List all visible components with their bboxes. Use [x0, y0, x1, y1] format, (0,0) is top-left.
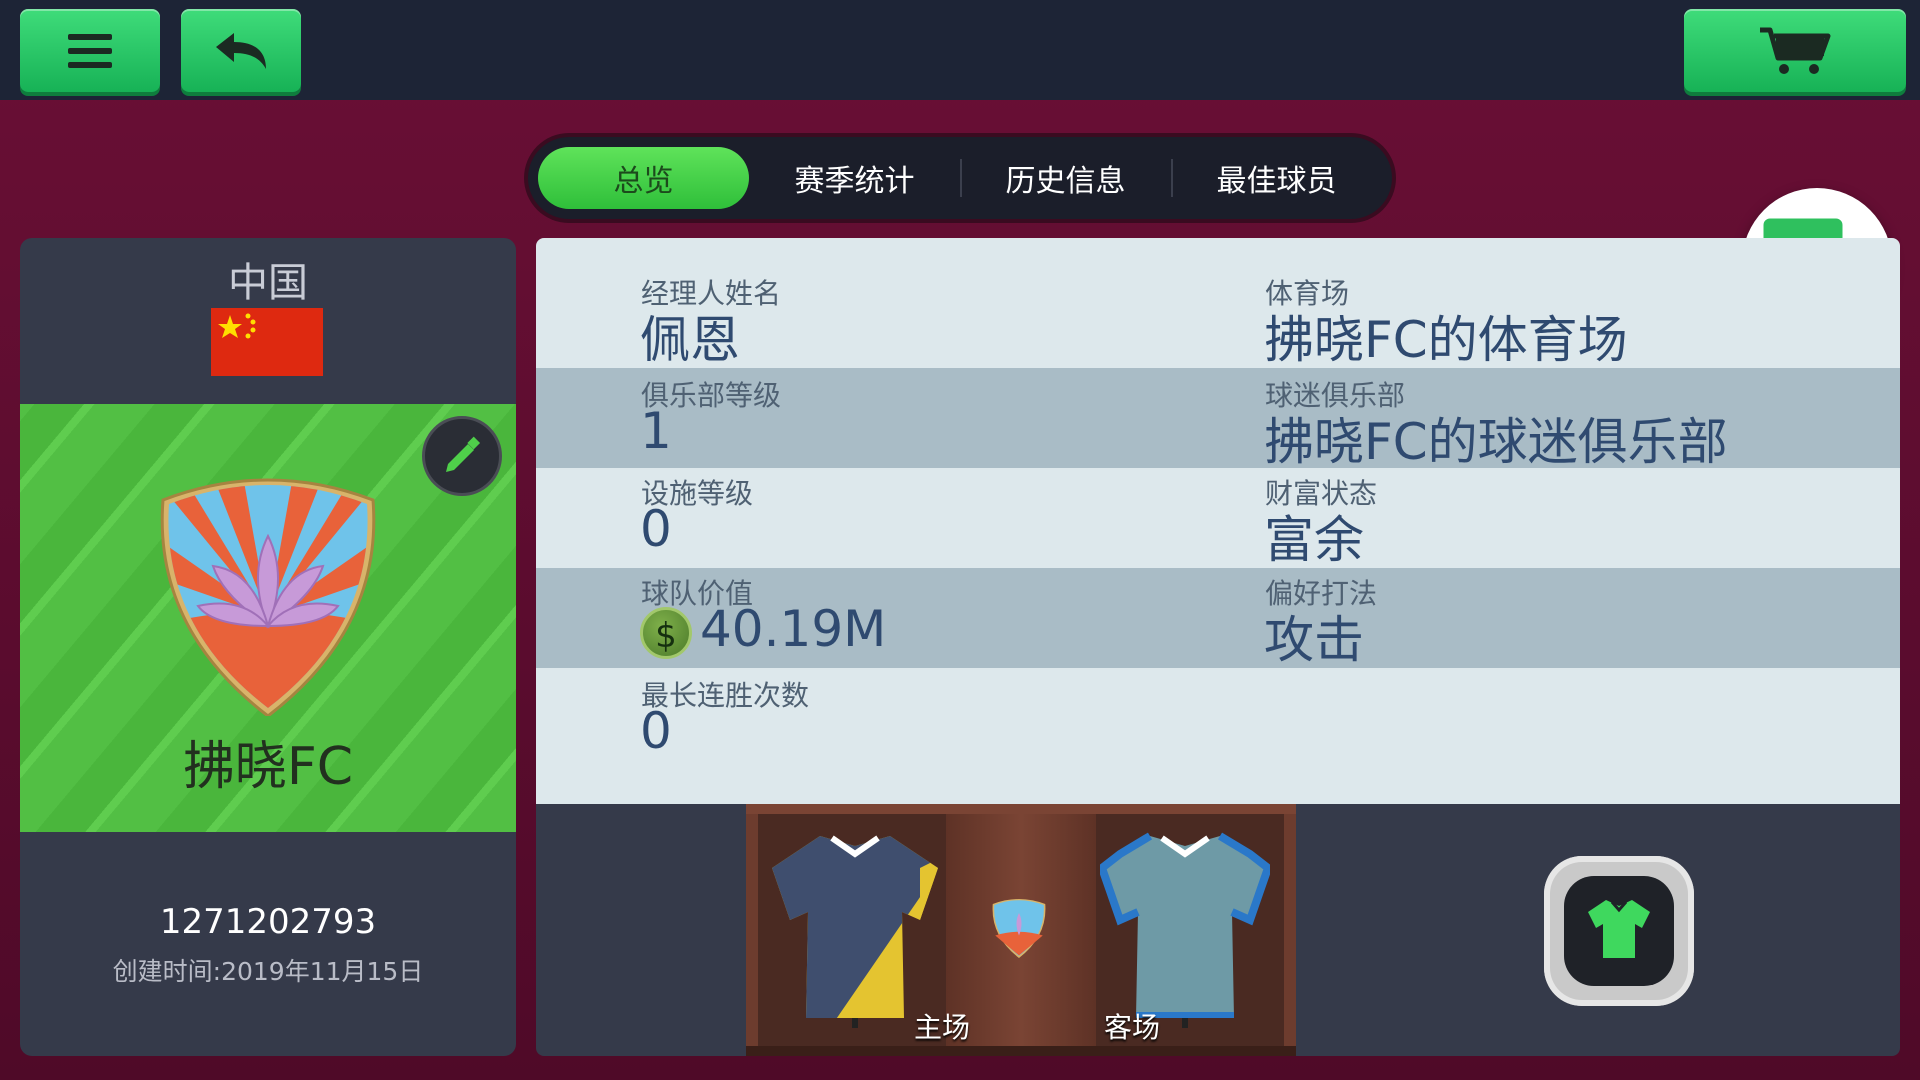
- china-flag-icon: [211, 308, 323, 376]
- kit-panel: 主场 客场: [536, 804, 1900, 1056]
- info-row: 经理人姓名 佩恩 体育场 拂晓FC的体育场: [536, 238, 1900, 369]
- tab-overview[interactable]: 总览: [538, 147, 749, 209]
- facility-level-value: 0: [640, 500, 672, 558]
- tab-best-players[interactable]: 最佳球员: [1171, 147, 1382, 209]
- wardrobe-top: [746, 804, 1296, 814]
- pencil-icon: [442, 434, 482, 478]
- info-row: 最长连胜次数 0: [536, 668, 1900, 768]
- menu-icon: [68, 33, 112, 68]
- club-info-panel: 经理人姓名 佩恩 体育场 拂晓FC的体育场 俱乐部等级 1 球迷俱乐部 拂晓FC…: [536, 238, 1900, 804]
- green-shirt-icon: [1586, 898, 1652, 964]
- club-level-value: 1: [640, 402, 672, 460]
- mini-crest-icon: [990, 898, 1048, 962]
- stadium-value: 拂晓FC的体育场: [1264, 311, 1628, 369]
- info-row: 设施等级 0 财富状态 富余: [536, 468, 1900, 569]
- kit-editor-button[interactable]: [1544, 856, 1694, 1006]
- club-crest-panel: 拂晓FC: [20, 404, 516, 832]
- team-value-amount: 40.19M: [700, 600, 887, 658]
- info-row: 球队价值 $40.19M 偏好打法 攻击: [536, 568, 1900, 669]
- tab-history[interactable]: 历史信息: [960, 147, 1171, 209]
- back-button[interactable]: [181, 9, 301, 92]
- tab-bar: 总览 赛季统计 历史信息 最佳球员: [528, 137, 1392, 219]
- club-id: 1271202793: [159, 902, 377, 942]
- edit-club-button[interactable]: [422, 416, 502, 496]
- club-name: 拂晓FC: [182, 737, 354, 797]
- fan-club-value: 拂晓FC的球迷俱乐部: [1264, 413, 1728, 471]
- away-kit-label: 客场: [1104, 1011, 1161, 1044]
- manager-value: 佩恩: [640, 311, 740, 369]
- club-crest-icon: [153, 476, 383, 720]
- away-jersey-icon[interactable]: [1097, 828, 1273, 1032]
- cart-icon: [1758, 26, 1832, 76]
- wardrobe-frame: [746, 814, 758, 1056]
- team-value-value: $40.19M: [640, 600, 886, 659]
- club-card: 中国 拂晓FC 1271202793 创建时间:2019年11月15日: [20, 238, 516, 1056]
- home-jersey-icon[interactable]: [770, 828, 940, 1032]
- wealth-value: 富余: [1264, 511, 1364, 569]
- info-row: 俱乐部等级 1 球迷俱乐部 拂晓FC的球迷俱乐部: [536, 368, 1900, 471]
- top-bar: [0, 0, 1920, 100]
- back-arrow-icon: [214, 31, 268, 71]
- wardrobe-frame: [1284, 814, 1296, 1056]
- shop-cart-button[interactable]: [1684, 9, 1906, 92]
- country-name: 中国: [228, 260, 308, 306]
- home-kit-label: 主场: [914, 1011, 971, 1044]
- kit-editor-button-inner: [1564, 876, 1674, 986]
- menu-button[interactable]: [20, 9, 160, 92]
- play-style-value: 攻击: [1264, 611, 1364, 669]
- win-streak-value: 0: [640, 702, 672, 760]
- created-date: 创建时间:2019年11月15日: [112, 957, 424, 986]
- coin-icon: $: [640, 606, 692, 659]
- wardrobe[interactable]: 主场 客场: [746, 804, 1296, 1056]
- wardrobe-base: [746, 1046, 1296, 1056]
- tab-season-stats[interactable]: 赛季统计: [749, 147, 960, 209]
